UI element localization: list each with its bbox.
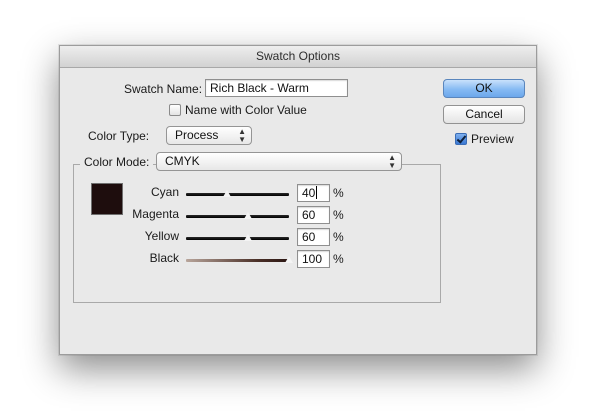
yellow-slider-thumb[interactable] xyxy=(243,234,252,241)
magenta-slider-track[interactable] xyxy=(186,215,289,218)
color-mode-group xyxy=(73,164,441,303)
black-unit: % xyxy=(333,252,344,266)
yellow-input[interactable]: 60 xyxy=(297,228,330,246)
cancel-button[interactable]: Cancel xyxy=(443,105,525,124)
yellow-label: Yellow xyxy=(144,229,179,243)
yellow-unit: % xyxy=(333,230,344,244)
name-with-color-value-label: Name with Color Value xyxy=(185,103,307,117)
magenta-slider-thumb[interactable] xyxy=(243,212,252,219)
color-mode-label: Color Mode: xyxy=(80,155,154,169)
black-input[interactable]: 100 xyxy=(297,250,330,268)
dialog-title: Swatch Options xyxy=(60,46,536,68)
magenta-input[interactable]: 60 xyxy=(297,206,330,224)
cyan-slider-thumb[interactable] xyxy=(223,190,232,197)
preview-label: Preview xyxy=(471,132,514,146)
name-with-color-value-checkbox[interactable] xyxy=(169,104,181,116)
swatch-name-label: Swatch Name: xyxy=(124,82,203,96)
ok-button[interactable]: OK xyxy=(443,79,525,98)
black-slider-thumb[interactable] xyxy=(285,256,293,263)
magenta-unit: % xyxy=(333,208,344,222)
magenta-label: Magenta xyxy=(132,207,179,221)
chevron-updown-icon: ▲ ▼ xyxy=(238,127,246,144)
preview-checkbox[interactable] xyxy=(455,133,467,145)
cyan-unit: % xyxy=(333,186,344,200)
color-mode-value: CMYK xyxy=(165,154,200,168)
color-type-select[interactable]: Process ▲ ▼ xyxy=(166,126,252,145)
color-swatch-preview xyxy=(91,183,123,215)
cyan-input[interactable]: 40 xyxy=(297,184,330,202)
yellow-slider-track[interactable] xyxy=(186,237,289,240)
chevron-updown-icon: ▲ ▼ xyxy=(388,153,396,170)
cyan-value: 40 xyxy=(302,186,316,200)
black-slider-track[interactable] xyxy=(186,259,289,262)
color-type-label: Color Type: xyxy=(88,129,150,143)
color-type-value: Process xyxy=(175,128,219,142)
black-label: Black xyxy=(149,251,179,265)
swatch-options-dialog: Swatch Options Swatch Name: Rich Black -… xyxy=(59,45,537,355)
color-mode-select[interactable]: CMYK ▲ ▼ xyxy=(156,152,402,171)
cyan-label: Cyan xyxy=(150,185,179,199)
cyan-slider-track[interactable] xyxy=(186,193,289,196)
swatch-name-field[interactable]: Rich Black - Warm xyxy=(205,79,348,97)
